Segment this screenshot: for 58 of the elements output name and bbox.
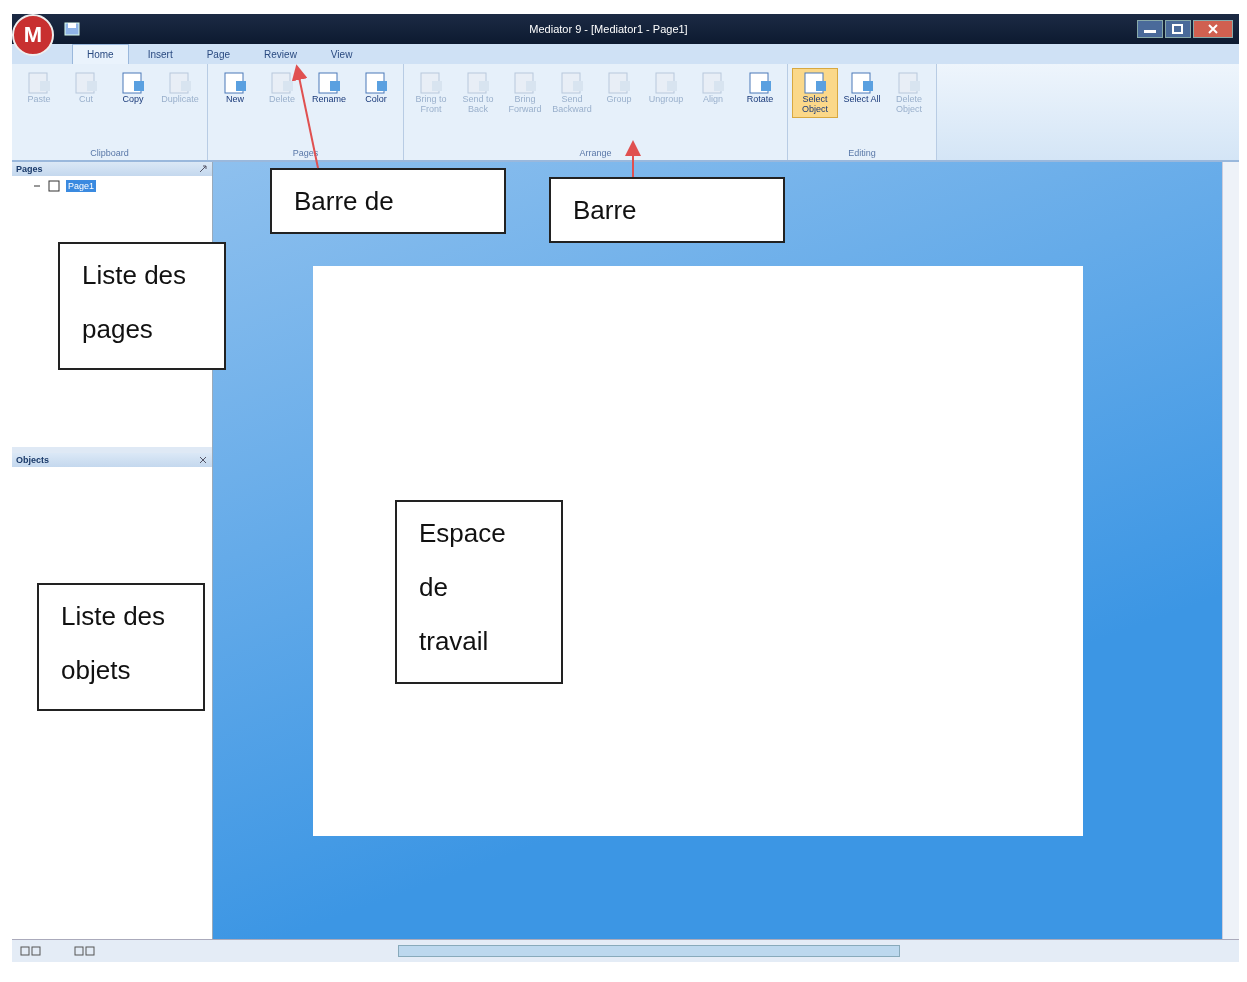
ribbon-button[interactable]: Select All	[839, 68, 885, 118]
app-logo-icon[interactable]: M	[12, 14, 54, 56]
vertical-scrollbar[interactable]	[1222, 162, 1239, 939]
close-icon[interactable]	[198, 455, 208, 465]
document-icon	[559, 71, 585, 95]
horizontal-scrollbar[interactable]	[398, 945, 900, 957]
ribbon-tab[interactable]: Page	[191, 44, 246, 64]
callout-label: Liste des objets	[37, 583, 205, 711]
document-icon	[896, 71, 922, 95]
view-icon[interactable]	[74, 945, 98, 957]
ribbon-button[interactable]: Copy	[110, 68, 156, 108]
ribbon-tab[interactable]: Insert	[132, 44, 188, 64]
document-icon	[73, 71, 99, 95]
pin-icon[interactable]	[198, 164, 208, 174]
document-icon	[700, 71, 726, 95]
callout-label: Liste des pages	[58, 242, 226, 370]
ribbon-button[interactable]: Rotate	[737, 68, 783, 118]
window-title: Mediator 9 - [Mediator1 - Page1]	[528, 23, 689, 35]
pane-title: Pages	[16, 164, 43, 174]
document-icon	[606, 71, 632, 95]
restore-button[interactable]	[1165, 20, 1191, 38]
ribbon-button[interactable]: Rename	[306, 68, 352, 108]
document-icon	[465, 71, 491, 95]
save-icon[interactable]	[64, 22, 80, 36]
view-icon[interactable]	[20, 945, 44, 957]
ribbon-button[interactable]: New	[212, 68, 258, 108]
document-icon	[512, 71, 538, 95]
close-icon	[1207, 23, 1219, 35]
document-icon	[120, 71, 146, 95]
page-item[interactable]: Page1	[66, 180, 97, 192]
ribbon-button[interactable]: Select Object	[792, 68, 838, 118]
document-icon	[26, 71, 52, 95]
document-icon	[802, 71, 828, 95]
minimize-button[interactable]	[1137, 20, 1163, 38]
document-icon	[316, 71, 342, 95]
ribbon-tab[interactable]: Home	[72, 44, 129, 64]
group-label: Editing	[847, 148, 877, 158]
document-icon	[167, 71, 193, 95]
ribbon-tab[interactable]: View	[315, 44, 368, 64]
page-icon	[48, 180, 60, 192]
document-icon	[222, 71, 248, 95]
group-label: Arrange	[578, 148, 613, 158]
document-icon	[269, 71, 295, 95]
document-icon	[653, 71, 679, 95]
document-icon	[418, 71, 444, 95]
pane-title: Objects	[16, 455, 49, 465]
callout-label: Barre	[549, 177, 785, 243]
restore-icon	[1171, 23, 1185, 35]
callout-label: Barre de	[270, 168, 506, 234]
ribbon-button[interactable]: Color	[353, 68, 399, 108]
document-icon	[849, 71, 875, 95]
callout-label: Espace de travail	[395, 500, 563, 684]
pointer-arrow	[625, 140, 641, 178]
document-icon	[747, 71, 773, 95]
ribbon-tab[interactable]: Review	[249, 44, 312, 64]
close-button[interactable]	[1193, 20, 1233, 38]
group-label: Clipboard	[89, 148, 130, 158]
document-icon	[363, 71, 389, 95]
